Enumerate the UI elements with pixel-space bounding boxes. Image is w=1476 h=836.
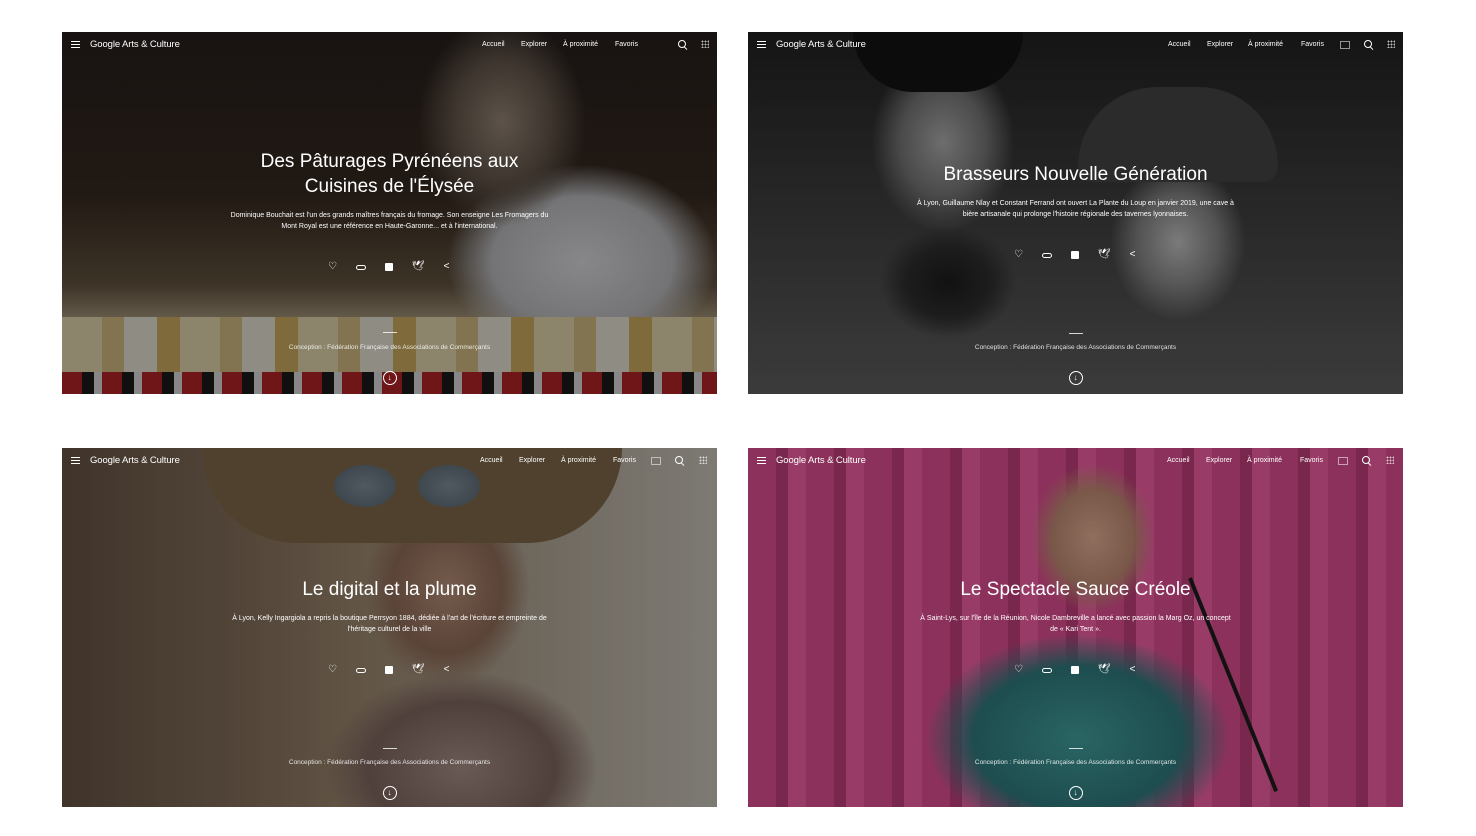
menu-icon[interactable] xyxy=(757,41,766,48)
link-icon[interactable] xyxy=(1041,252,1052,258)
brand-logo[interactable]: Google Arts & Culture xyxy=(90,455,180,466)
nav-favorites[interactable]: Favoris xyxy=(613,457,636,464)
twitter-icon[interactable]: 🕊 xyxy=(412,261,425,273)
story-card-cheese[interactable]: Google Arts & Culture Accueil Explorer À… xyxy=(62,32,717,394)
link-icon[interactable] xyxy=(355,667,366,673)
nav-favorites[interactable]: Favoris xyxy=(1300,457,1323,464)
share-icon[interactable]: < xyxy=(441,261,453,273)
nav-explore[interactable]: Explorer xyxy=(519,457,545,464)
link-icon[interactable] xyxy=(355,264,366,270)
nav-favorites[interactable]: Favoris xyxy=(1301,41,1324,48)
nav-home[interactable]: Accueil xyxy=(1168,41,1191,48)
nav-explore[interactable]: Explorer xyxy=(1206,457,1232,464)
menu-icon[interactable] xyxy=(71,457,80,464)
menu-icon[interactable] xyxy=(71,41,80,48)
arrow-down-circle-icon[interactable]: ↓ xyxy=(1068,371,1083,385)
nav-favorites[interactable]: Favoris xyxy=(615,41,638,48)
twitter-icon[interactable]: 🕊 xyxy=(1098,664,1111,676)
share-icon[interactable]: < xyxy=(1127,249,1139,261)
divider xyxy=(382,332,397,333)
twitter-icon[interactable]: 🕊 xyxy=(1098,249,1111,261)
nav-home[interactable]: Accueil xyxy=(480,457,503,464)
credit-text: Conception : Fédération Française des As… xyxy=(974,759,1177,766)
top-navigation: Google Arts & Culture Accueil Explorer À… xyxy=(748,32,1403,58)
credit-text: Conception : Fédération Française des As… xyxy=(288,759,491,766)
facebook-icon[interactable] xyxy=(1070,666,1079,674)
arrow-down-circle-icon[interactable]: ↓ xyxy=(1068,786,1083,800)
nav-nearby[interactable]: À proximité xyxy=(1247,457,1282,464)
menu-icon[interactable] xyxy=(757,457,766,464)
story-title: Le digital et la plume xyxy=(302,579,477,600)
top-navigation: Google Arts & Culture Accueil Explorer À… xyxy=(748,448,1403,474)
brand-logo[interactable]: Google Arts & Culture xyxy=(776,455,866,466)
story-card-pen[interactable]: Google Arts & Culture Accueil Explorer À… xyxy=(62,448,717,807)
search-icon[interactable] xyxy=(678,40,686,48)
apps-icon[interactable] xyxy=(1386,456,1394,464)
divider xyxy=(1068,748,1083,749)
story-card-singer[interactable]: Google Arts & Culture Accueil Explorer À… xyxy=(748,448,1403,807)
arrow-down-circle-icon[interactable]: ↓ xyxy=(382,786,397,800)
credit-text: Conception : Fédération Française des As… xyxy=(974,344,1177,351)
apps-icon[interactable] xyxy=(1387,40,1395,48)
search-icon[interactable] xyxy=(675,456,683,464)
apps-icon[interactable] xyxy=(701,40,709,48)
story-description: À Saint-Lys, sur l'île de la Réunion, Ni… xyxy=(920,615,1231,633)
facebook-icon[interactable] xyxy=(384,666,393,674)
story-title: Brasseurs Nouvelle Génération xyxy=(943,164,1208,185)
arrow-down-circle-icon[interactable]: ↓ xyxy=(382,371,397,385)
apps-icon[interactable] xyxy=(699,456,707,464)
share-icon[interactable]: < xyxy=(1127,664,1139,676)
cast-icon[interactable] xyxy=(1340,41,1350,49)
share-icon[interactable]: < xyxy=(441,664,453,676)
nav-nearby[interactable]: À proximité xyxy=(1248,41,1283,48)
facebook-icon[interactable] xyxy=(384,263,393,271)
story-title: Des Pâturages Pyrénéens aux Cuisines de … xyxy=(260,151,519,197)
story-card-brewers[interactable]: Google Arts & Culture Accueil Explorer À… xyxy=(748,32,1403,394)
story-title: Le Spectacle Sauce Créole xyxy=(960,579,1191,600)
cast-icon[interactable] xyxy=(1338,457,1348,465)
credit-text: Conception : Fédération Française des As… xyxy=(288,344,491,351)
twitter-icon[interactable]: 🕊 xyxy=(412,664,425,676)
facebook-icon[interactable] xyxy=(1070,251,1079,259)
divider xyxy=(1068,333,1083,334)
top-navigation: Google Arts & Culture Accueil Explorer À… xyxy=(62,32,717,58)
top-navigation: Google Arts & Culture Accueil Explorer À… xyxy=(62,448,717,474)
story-description: À Lyon, Kelly Ingargiola a repris la bou… xyxy=(232,615,547,633)
divider xyxy=(382,748,397,749)
story-description: À Lyon, Guillaume Nlay et Constant Ferra… xyxy=(917,200,1234,218)
share-bar: ♡ 🕊 < xyxy=(1013,664,1139,676)
nav-nearby[interactable]: À proximité xyxy=(561,457,596,464)
share-bar: ♡ 🕊 < xyxy=(327,664,453,676)
brand-logo[interactable]: Google Arts & Culture xyxy=(776,39,866,50)
share-bar: ♡ 🕊 < xyxy=(1013,249,1139,261)
brand-logo[interactable]: Google Arts & Culture xyxy=(90,39,180,50)
nav-home[interactable]: Accueil xyxy=(1167,457,1190,464)
share-bar: ♡ 🕊 < xyxy=(327,261,453,273)
heart-icon[interactable]: ♡ xyxy=(1013,664,1025,676)
search-icon[interactable] xyxy=(1362,456,1370,464)
heart-icon[interactable]: ♡ xyxy=(327,261,339,273)
nav-nearby[interactable]: À proximité xyxy=(563,41,598,48)
heart-icon[interactable]: ♡ xyxy=(1013,249,1025,261)
story-description: Dominique Bouchait est l'un des grands m… xyxy=(230,212,549,230)
link-icon[interactable] xyxy=(1041,667,1052,673)
cast-icon[interactable] xyxy=(651,457,661,465)
heart-icon[interactable]: ♡ xyxy=(327,664,339,676)
nav-explore[interactable]: Explorer xyxy=(1207,41,1233,48)
search-icon[interactable] xyxy=(1364,40,1372,48)
nav-home[interactable]: Accueil xyxy=(482,41,505,48)
nav-explore[interactable]: Explorer xyxy=(521,41,547,48)
